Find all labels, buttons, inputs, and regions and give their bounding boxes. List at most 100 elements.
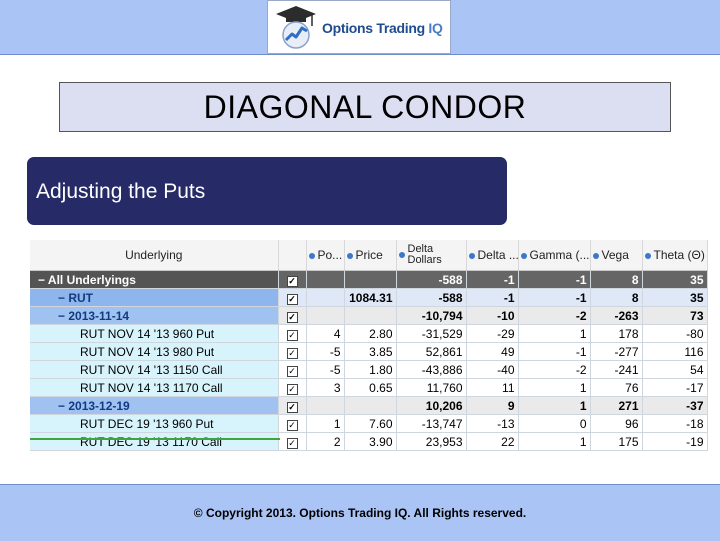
table-row[interactable]: − 2013-11-14 ✓ -10,794 -10 -2 -263 73 (30, 306, 708, 325)
cell-position (306, 396, 345, 415)
cell-theta: -37 (642, 396, 708, 415)
cell-theta: -17 (642, 378, 708, 397)
cell-vega: 271 (590, 396, 643, 415)
header-band: Options Trading IQ (0, 0, 720, 55)
row-checkbox[interactable]: ✓ (286, 293, 298, 305)
cell-position: 3 (306, 378, 345, 397)
row-name[interactable]: RUT DEC 19 '13 1170 Call (30, 432, 279, 451)
table-row[interactable]: − All Underlyings ✓ -588 -1 -1 8 35 (30, 270, 708, 289)
cell-price (344, 306, 397, 325)
table-row[interactable]: RUT NOV 14 '13 960 Put ✓ 4 2.80 -31,529 -29 1 1… (30, 324, 708, 343)
row-checkbox-cell: ✓ (278, 270, 307, 289)
cell-theta: 73 (642, 306, 708, 325)
cell-gamma: -2 (518, 360, 591, 379)
cell-delta-dollars: 52,861 (396, 342, 467, 361)
row-checkbox-cell: ✓ (278, 342, 307, 361)
cell-delta: 49 (466, 342, 519, 361)
table-row[interactable]: RUT DEC 19 '13 960 Put ✓ 1 7.60 -13,747 -13 0 9… (30, 414, 708, 433)
column-header-vega[interactable]: Vega (590, 240, 643, 271)
cell-theta: 35 (642, 288, 708, 307)
graduation-cap-chart-icon (276, 6, 316, 49)
cell-delta-dollars: -10,794 (396, 306, 467, 325)
table-header-row: Underlying Po... Price Delta Dollars Delt… (30, 240, 708, 271)
footer-band: © Copyright 2013. Options Trading IQ. Al… (0, 484, 720, 541)
row-checkbox[interactable]: ✓ (286, 311, 298, 323)
row-checkbox-cell: ✓ (278, 414, 307, 433)
cell-position (306, 306, 345, 325)
cell-delta-dollars: -588 (396, 288, 467, 307)
cell-vega: -241 (590, 360, 643, 379)
cell-price: 3.90 (344, 432, 397, 451)
table-row[interactable]: − 2013-12-19 ✓ 10,206 9 1 271 -37 (30, 396, 708, 415)
cell-vega: -263 (590, 306, 643, 325)
row-name[interactable]: RUT NOV 14 '13 980 Put (30, 342, 279, 361)
column-header-delta[interactable]: Delta ... (466, 240, 519, 271)
row-checkbox[interactable]: ✓ (286, 383, 298, 395)
cell-vega: 8 (590, 270, 643, 289)
cell-gamma: 1 (518, 324, 591, 343)
cell-position: 1 (306, 414, 345, 433)
cell-delta: 11 (466, 378, 519, 397)
cell-price: 7.60 (344, 414, 397, 433)
column-header-gamma[interactable]: Gamma (... (518, 240, 591, 271)
table-row[interactable]: RUT NOV 14 '13 1150 Call ✓ -5 1.80 -43,886 -4… (30, 360, 708, 379)
cell-vega: 175 (590, 432, 643, 451)
cell-position: 2 (306, 432, 345, 451)
row-checkbox[interactable]: ✓ (286, 275, 298, 287)
row-checkbox[interactable]: ✓ (286, 329, 298, 341)
copyright-text: © Copyright 2013. Options Trading IQ. Al… (193, 506, 527, 520)
table-row[interactable]: − RUT ✓ 1084.31 -588 -1 -1 8 35 (30, 288, 708, 307)
cell-delta-dollars: 23,953 (396, 432, 467, 451)
row-name[interactable]: RUT NOV 14 '13 1150 Call (30, 360, 279, 379)
row-checkbox-cell: ✓ (278, 324, 307, 343)
row-checkbox[interactable]: ✓ (286, 365, 298, 377)
cell-price: 1084.31 (344, 288, 397, 307)
row-name[interactable]: − 2013-11-14 (30, 306, 279, 325)
cell-theta: 54 (642, 360, 708, 379)
table-row[interactable]: RUT DEC 19 '13 1170 Call ✓ 2 3.90 23,953 22 1 1… (30, 432, 708, 451)
column-dot-icon (468, 252, 475, 259)
subtitle: Adjusting the Puts (36, 180, 206, 203)
row-checkbox[interactable]: ✓ (286, 419, 298, 431)
table-row[interactable]: RUT NOV 14 '13 1170 Call ✓ 3 0.65 11,760 11 1 7… (30, 378, 708, 397)
column-header-delta-dollars[interactable]: Delta Dollars (396, 240, 467, 271)
column-header-position[interactable]: Po... (306, 240, 345, 271)
table-selection-underline (30, 438, 280, 440)
cell-delta-dollars: 10,206 (396, 396, 467, 415)
cell-price: 2.80 (344, 324, 397, 343)
page-title: DIAGONAL CONDOR (203, 88, 527, 125)
row-checkbox[interactable]: ✓ (286, 401, 298, 413)
cell-theta: 116 (642, 342, 708, 361)
row-checkbox[interactable]: ✓ (286, 437, 298, 449)
row-name[interactable]: − All Underlyings (30, 270, 279, 289)
cell-gamma: -1 (518, 342, 591, 361)
column-dot-icon (346, 252, 353, 259)
cell-delta: 9 (466, 396, 519, 415)
positions-table: Underlying Po... Price Delta Dollars Delt… (30, 240, 708, 451)
row-checkbox[interactable]: ✓ (286, 347, 298, 359)
cell-position: 4 (306, 324, 345, 343)
cell-delta: -29 (466, 324, 519, 343)
cell-delta-dollars: -13,747 (396, 414, 467, 433)
cell-theta: -80 (642, 324, 708, 343)
column-header-price[interactable]: Price (344, 240, 397, 271)
column-dot-icon (308, 252, 315, 259)
row-checkbox-cell: ✓ (278, 378, 307, 397)
cell-gamma: -1 (518, 270, 591, 289)
cell-vega: 178 (590, 324, 643, 343)
cell-gamma: 1 (518, 396, 591, 415)
cell-position: -5 (306, 342, 345, 361)
column-header-checkbox[interactable] (278, 240, 307, 271)
row-name[interactable]: − RUT (30, 288, 279, 307)
row-checkbox-cell: ✓ (278, 288, 307, 307)
table-row[interactable]: RUT NOV 14 '13 980 Put ✓ -5 3.85 52,861 49 -1-… (30, 342, 708, 361)
row-name[interactable]: − 2013-12-19 (30, 396, 279, 415)
column-header-theta[interactable]: Theta (Θ) (642, 240, 708, 271)
cell-delta: 22 (466, 432, 519, 451)
row-name[interactable]: RUT NOV 14 '13 960 Put (30, 324, 279, 343)
column-header-underlying[interactable]: Underlying (30, 240, 279, 271)
cell-vega: -277 (590, 342, 643, 361)
row-name[interactable]: RUT NOV 14 '13 1170 Call (30, 378, 279, 397)
row-name[interactable]: RUT DEC 19 '13 960 Put (30, 414, 279, 433)
row-checkbox-cell: ✓ (278, 396, 307, 415)
